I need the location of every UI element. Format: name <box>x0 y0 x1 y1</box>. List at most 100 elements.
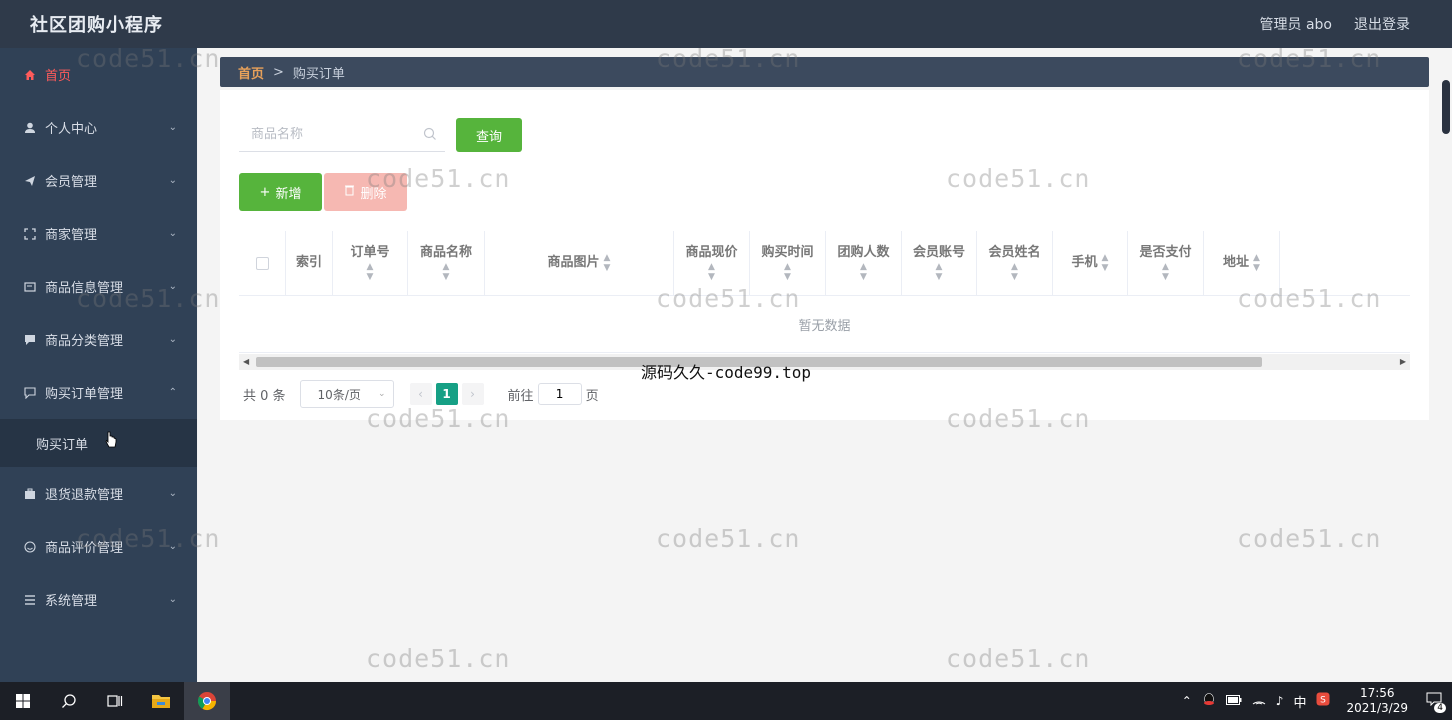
trash-icon <box>344 184 355 200</box>
logout-link[interactable]: 退出登录 <box>1354 14 1410 34</box>
system-tray: ⌃ ♪ 中 S 17:56 2021/3/29 4 <box>1182 686 1452 716</box>
next-page-button[interactable]: › <box>461 383 484 405</box>
vertical-scrollbar[interactable] <box>1440 48 1452 682</box>
taskbar-search-icon[interactable] <box>46 682 92 720</box>
sort-icon[interactable]: ▲ ▼ <box>784 262 791 282</box>
sort-icon[interactable]: ▲ ▼ <box>367 262 374 282</box>
column-header-sortable[interactable]: 团购人数 ▲ ▼ <box>826 231 902 295</box>
delete-button[interactable]: 删除 <box>324 173 407 211</box>
notification-center-icon[interactable]: 4 <box>1426 692 1446 713</box>
clock-date: 2021/3/29 <box>1346 701 1408 715</box>
column-header-sortable[interactable]: 订单号 ▲ ▼ <box>333 231 408 295</box>
sidebar-item-merchant-management[interactable]: 商家管理 ⌄ <box>0 207 197 260</box>
delete-button-label: 删除 <box>360 186 387 202</box>
column-header-label: 地址 <box>1223 255 1250 270</box>
sort-icon[interactable]: ▲ ▼ <box>1253 253 1260 273</box>
sidebar-item-category-management[interactable]: 商品分类管理 ⌄ <box>0 313 197 366</box>
column-header-label: 会员姓名 <box>988 245 1041 260</box>
sort-icon[interactable]: ▲ ▼ <box>443 262 450 282</box>
column-header-label: 商品图片 <box>547 255 600 270</box>
page-suffix: 页 <box>585 388 599 404</box>
column-header-sortable[interactable]: 购买时间 ▲ ▼ <box>750 231 826 295</box>
scrollbar-thumb[interactable] <box>256 357 1262 367</box>
goto-label: 前往 <box>507 388 534 404</box>
add-button[interactable]: + 新增 <box>239 173 322 211</box>
column-header-sortable[interactable]: 是否支付 ▲ ▼ <box>1128 231 1204 295</box>
sidebar-item-label: 首页 <box>45 69 72 84</box>
sidebar-item-review-management[interactable]: 商品评价管理 ⌄ <box>0 520 197 573</box>
system-clock[interactable]: 17:56 2021/3/29 <box>1346 686 1408 716</box>
app-title: 社区团购小程序 <box>30 15 163 36</box>
column-header-sortable[interactable]: 地址 ▲ ▼ <box>1204 231 1280 295</box>
breadcrumb-current: 购买订单 <box>292 66 345 82</box>
sort-icon[interactable]: ▲ ▼ <box>1162 262 1169 282</box>
prev-page-button[interactable]: ‹ <box>409 383 432 405</box>
admin-user-label[interactable]: 管理员 abo <box>1260 14 1332 34</box>
qq-icon[interactable] <box>1202 692 1216 710</box>
column-header-sortable[interactable]: 商品名称 ▲ ▼ <box>408 231 485 295</box>
task-view-icon[interactable] <box>92 682 138 720</box>
column-header-sortable[interactable]: 商品图片 ▲ ▼ <box>485 231 674 295</box>
scroll-right-icon[interactable]: ▶ <box>1400 357 1406 366</box>
sidebar-item-personal-center[interactable]: 个人中心 ⌄ <box>0 101 197 154</box>
sort-icon[interactable]: ▲ ▼ <box>708 262 715 282</box>
vertical-scrollbar-thumb[interactable] <box>1442 80 1450 134</box>
sort-icon[interactable]: ▲ ▼ <box>1011 262 1018 282</box>
plus-icon: + <box>259 184 271 200</box>
page-number-button[interactable]: 1 <box>435 383 458 405</box>
search-icon[interactable] <box>423 127 437 141</box>
sidebar-item-system-management[interactable]: 系统管理 ⌄ <box>0 573 197 626</box>
tray-expand-icon[interactable]: ⌃ <box>1182 694 1192 708</box>
chevron-up-icon: ⌃ <box>168 387 177 398</box>
column-header-sortable[interactable]: 手机 ▲ ▼ <box>1053 231 1128 295</box>
top-navbar: 社区团购小程序 管理员 abo 退出登录 <box>0 0 1452 48</box>
chrome-browser-icon[interactable] <box>184 682 230 720</box>
sidebar-item-label: 商品评价管理 <box>45 541 124 556</box>
chevron-down-icon: ⌄ <box>168 334 177 345</box>
chevron-down-icon: ⌄ <box>168 488 177 499</box>
sidebar-item-label: 个人中心 <box>45 122 98 137</box>
battery-icon[interactable] <box>1225 694 1242 709</box>
sidebar-item-label: 系统管理 <box>45 594 98 609</box>
add-button-label: 新增 <box>275 186 302 202</box>
column-header-label: 订单号 <box>350 245 390 260</box>
sidebar-item-product-info-management[interactable]: 商品信息管理 ⌄ <box>0 260 197 313</box>
card-icon <box>22 281 38 293</box>
sort-icon[interactable]: ▲ ▼ <box>604 253 611 273</box>
select-all-checkbox[interactable] <box>255 256 269 270</box>
app-tray-icon[interactable]: S <box>1316 692 1330 710</box>
sort-icon[interactable]: ▲ ▼ <box>1102 253 1109 273</box>
scroll-left-icon[interactable]: ◀ <box>243 357 249 366</box>
empty-state-text: 暂无数据 <box>239 296 1410 353</box>
orders-table: 索引 订单号 ▲ ▼ 商品名称 ▲ ▼ 商品图片 ▲ ▼ 商品现价 ▲ ▼ 购买… <box>239 231 1410 353</box>
column-header-sortable[interactable]: 会员账号 ▲ ▼ <box>902 231 977 295</box>
column-header-label: 商品现价 <box>685 245 738 260</box>
sidebar-item-refund-management[interactable]: 退货退款管理 ⌄ <box>0 467 197 520</box>
chevron-down-icon: ⌄ <box>168 281 177 292</box>
page-size-select[interactable]: 10条/页 ⌄ <box>299 380 394 408</box>
query-button[interactable]: 查询 <box>456 118 522 152</box>
column-header-label: 是否支付 <box>1139 245 1192 260</box>
product-name-search-input[interactable] <box>239 127 409 142</box>
breadcrumb-home-link[interactable]: 首页 <box>238 63 264 82</box>
sidebar-item-order-management[interactable]: 购买订单管理 ⌃ <box>0 366 197 419</box>
ime-indicator[interactable]: 中 <box>1293 692 1306 711</box>
volume-icon[interactable]: ♪ <box>1276 694 1284 708</box>
column-header-label: 会员账号 <box>912 245 965 260</box>
sidebar-item-label: 商品信息管理 <box>45 281 124 296</box>
goto-page-input[interactable] <box>537 383 582 405</box>
file-explorer-icon[interactable] <box>138 682 184 720</box>
start-button[interactable] <box>0 682 46 720</box>
sort-icon[interactable]: ▲ ▼ <box>860 262 867 282</box>
column-header-label: 团购人数 <box>837 245 890 260</box>
sort-icon[interactable]: ▲ ▼ <box>936 262 943 282</box>
column-header-sortable[interactable]: 会员姓名 ▲ ▼ <box>977 231 1053 295</box>
sidebar-item-member-management[interactable]: 会员管理 ⌄ <box>0 154 197 207</box>
column-header-label: 索引 <box>295 255 322 270</box>
wifi-icon[interactable] <box>1252 693 1266 709</box>
horizontal-scrollbar[interactable]: ◀ ▶ <box>239 354 1410 370</box>
column-header-overflow <box>1280 231 1410 295</box>
column-header-sortable[interactable]: 商品现价 ▲ ▼ <box>674 231 750 295</box>
sidebar-item-home[interactable]: 首页 <box>0 48 197 101</box>
sidebar-subitem-purchase-orders[interactable]: 购买订单 <box>0 419 197 467</box>
